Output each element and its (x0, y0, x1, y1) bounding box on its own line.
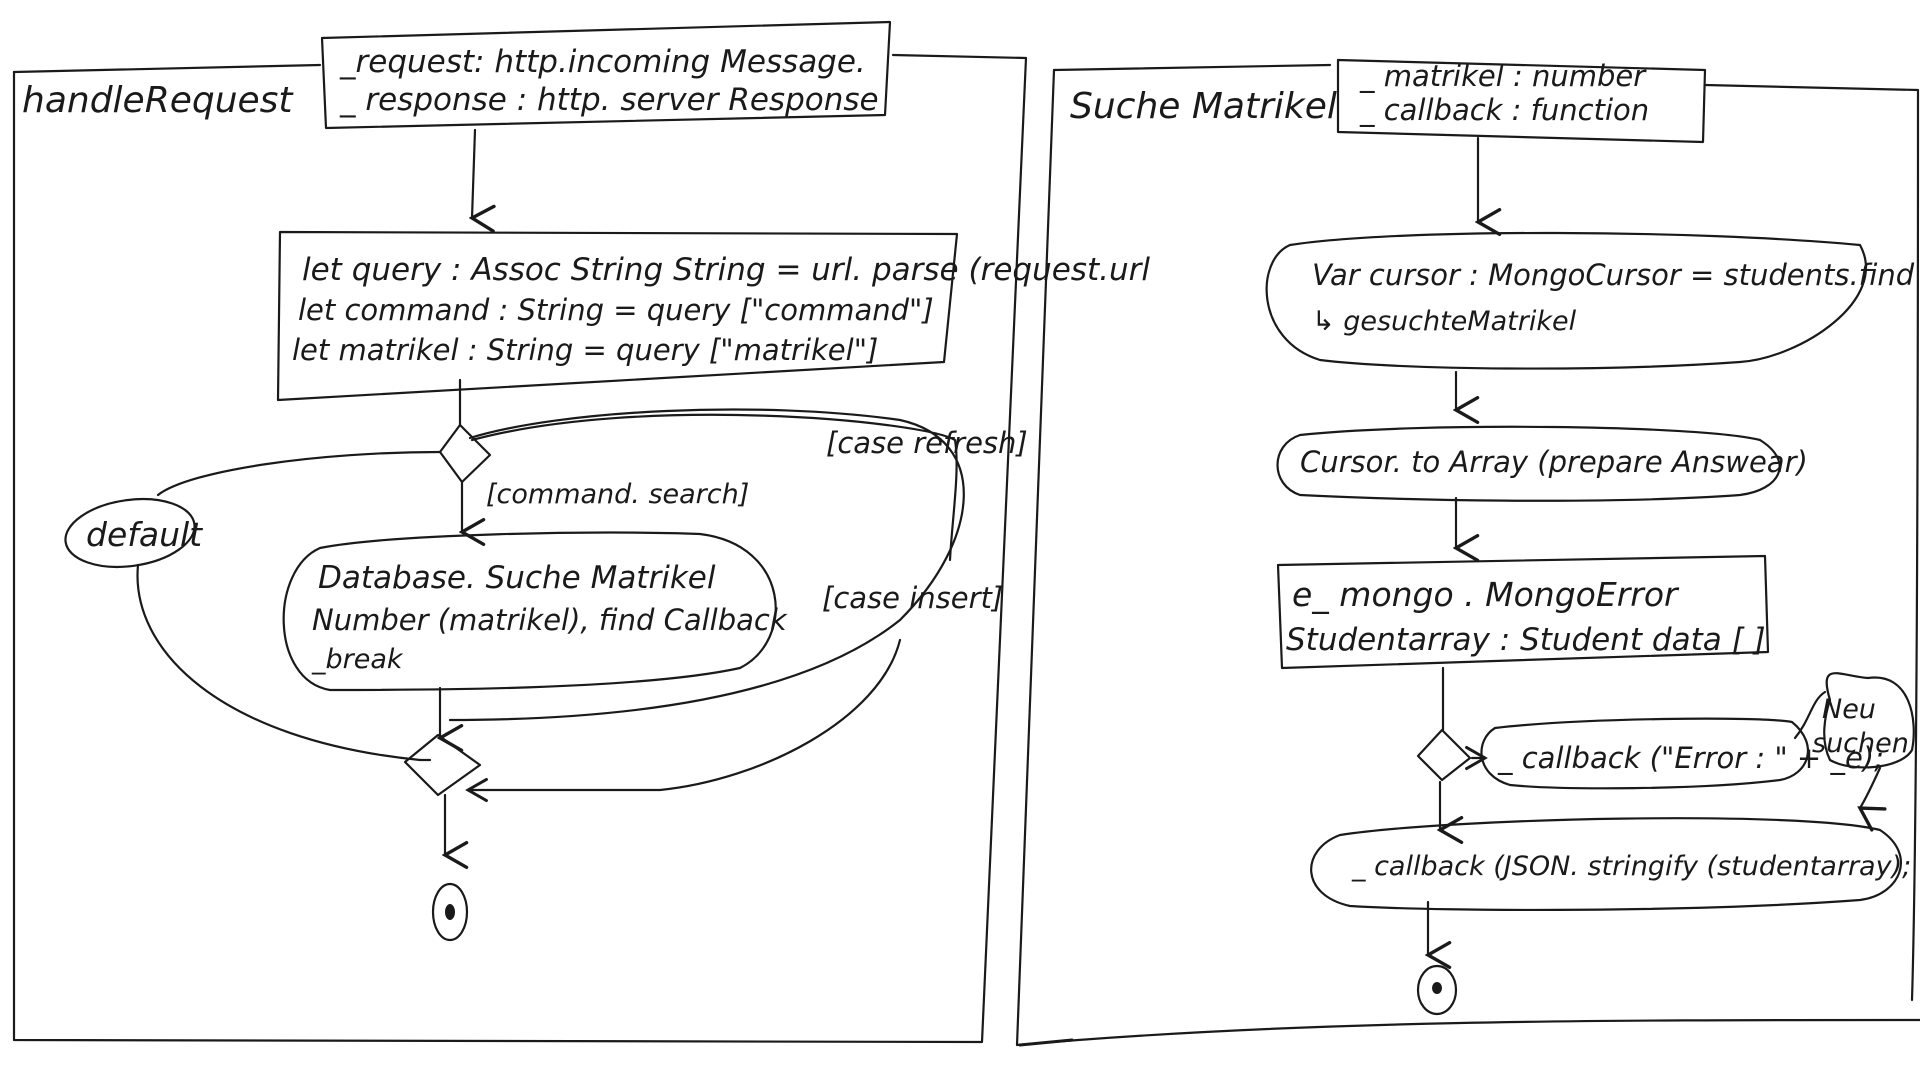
activity-diagram: handleRequest _request: http.incoming Me… (12, 20, 1920, 1047)
final-node-right (1416, 964, 1458, 1016)
search-action-node: Database. Suche Matrikel Number (matrike… (282, 531, 788, 692)
new-search-node: Neu suchen (1812, 672, 1915, 769)
init-line-query: let query : Assoc String String = url. p… (302, 252, 1150, 288)
cursor-line-2: ↳ gesuchteMatrikel (1312, 306, 1577, 337)
decision-node-error (1416, 728, 1472, 782)
flow-params-to-init (472, 128, 475, 218)
search-action-line-3: _break (311, 644, 404, 675)
guard-command-search: [command. search] (486, 479, 749, 510)
merge-node (403, 733, 482, 797)
final-node-left (431, 882, 469, 942)
parameter-box-right: _ matrikel : number _ callback : functio… (1336, 58, 1707, 144)
activity-frame-suche-matrikel: Suche Matrikel (1015, 63, 1920, 1047)
new-search-line-1: Neu (1822, 694, 1876, 725)
decl-line-studentarray: Studentarray : Student data [ ] (1286, 622, 1766, 658)
flow-to-default (156, 450, 442, 497)
param-matrikel: _ matrikel : number (1359, 59, 1647, 93)
guard-case-insert: [case insert] (822, 581, 1003, 615)
init-line-matrikel: let matrikel : String = query ["matrikel… (292, 333, 878, 367)
to-array-action-node: Cursor. to Array (prepare Answear) (1276, 425, 1808, 502)
param-response: _ response : http. server Response (339, 82, 879, 118)
decl-line-mongo-error: e_ mongo . MongoError (1292, 575, 1680, 614)
success-callback-node: _ callback (JSON. stringify (studentarra… (1310, 817, 1911, 912)
guard-case-refresh: [case refresh] (826, 426, 1028, 460)
activity-title-suche-matrikel: Suche Matrikel (1070, 86, 1337, 127)
success-callback-text: _ callback (JSON. stringify (studentarra… (1351, 851, 1911, 882)
cursor-line-1: Var cursor : MongoCursor = students.find (1312, 258, 1915, 292)
cursor-action-node: Var cursor : MongoCursor = students.find… (1265, 231, 1915, 370)
param-request: _request: http.incoming Message. (339, 44, 866, 80)
to-array-text: Cursor. to Array (prepare Answear) (1300, 445, 1808, 479)
search-action-line-2: Number (matrikel), find Callback (312, 603, 788, 637)
new-search-line-2: suchen (1812, 728, 1909, 759)
init-line-command: let command : String = query ["command"] (298, 293, 934, 327)
default-node: default (64, 497, 203, 569)
guard-default: default (86, 515, 203, 554)
search-action-line-1: Database. Suche Matrikel (318, 560, 716, 596)
flow-insert-to-merge (468, 638, 902, 790)
param-callback: _ callback : function (1359, 93, 1649, 127)
init-action-box: let query : Assoc String String = url. p… (276, 230, 1150, 402)
decl-action-box: e_ mongo . MongoError Studentarray : Stu… (1276, 554, 1770, 670)
activity-title-handle-request: handleRequest (22, 80, 294, 121)
parameter-box-left: _request: http.incoming Message. _ respo… (320, 20, 892, 130)
